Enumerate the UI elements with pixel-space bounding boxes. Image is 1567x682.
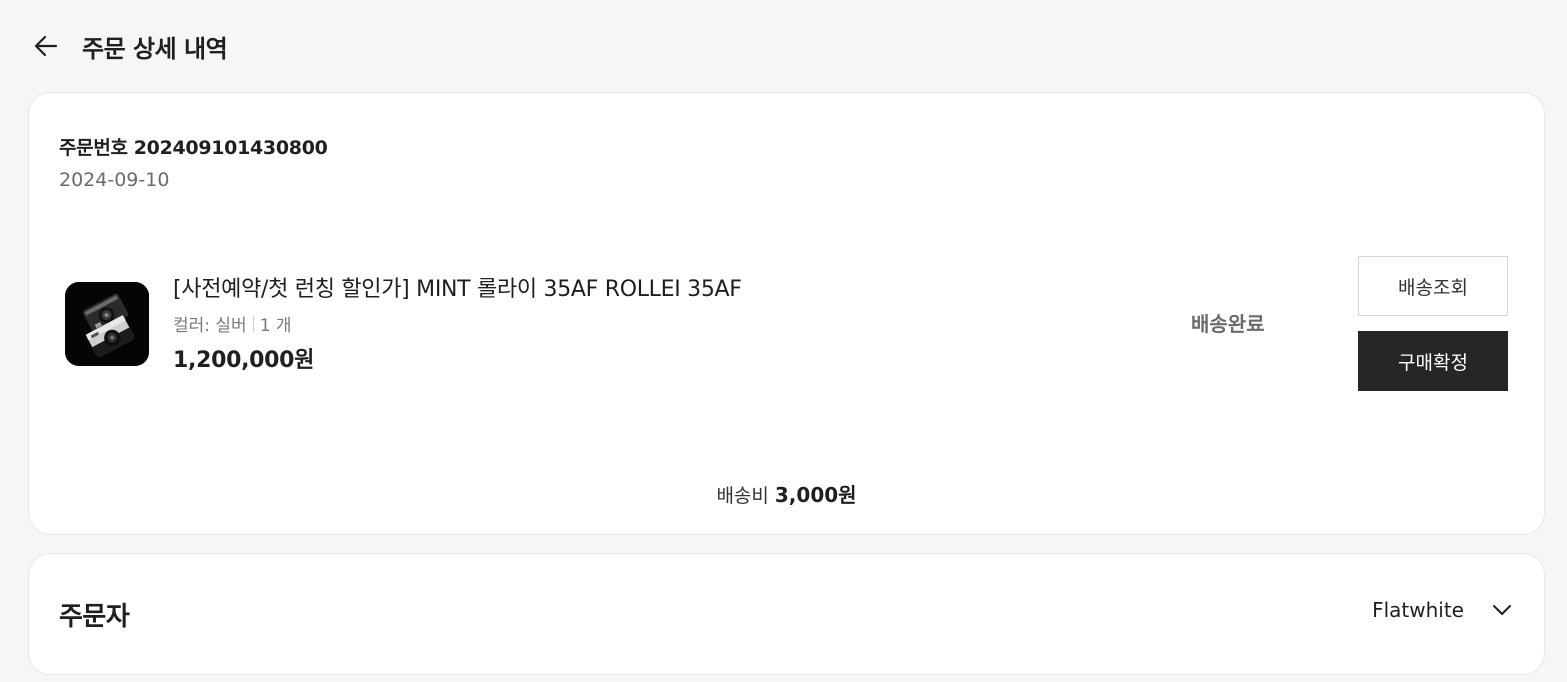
track-delivery-button[interactable]: 배송조회 — [1358, 256, 1508, 316]
confirm-purchase-button[interactable]: 구매확정 — [1358, 331, 1508, 391]
order-card: 주문번호 202409101430800 2024-09-10 [사전예약/첫 … — [28, 92, 1545, 535]
arrow-left-icon — [34, 35, 58, 57]
product-name[interactable]: [사전예약/첫 런칭 할인가] MINT 롤라이 35AF ROLLEI 35A… — [173, 275, 742, 305]
order-date: 2024-09-10 — [59, 169, 170, 191]
product-info: [사전예약/첫 런칭 할인가] MINT 롤라이 35AF ROLLEI 35A… — [173, 275, 742, 374]
option-divider — [252, 315, 254, 332]
shipping-fee-value: 3,000원 — [774, 483, 857, 507]
order-number-value: 202409101430800 — [133, 137, 328, 159]
order-detail-page: 주문 상세 내역 주문번호202409101430800 2024-09-10 — [0, 0, 1567, 682]
orderer-toggle[interactable]: Flatwhite — [1372, 598, 1514, 622]
orderer-card[interactable]: 주문자 Flatwhite — [28, 553, 1545, 675]
camera-product-photo — [65, 282, 149, 366]
product-option: 컬러: 실버 1 개 — [173, 311, 742, 336]
order-number: 주문번호 202409101430800 — [59, 133, 328, 160]
product-price: 1,200,000원 — [173, 348, 315, 373]
product-option-color: 컬러: 실버 — [173, 316, 247, 336]
back-button[interactable] — [30, 30, 62, 62]
orderer-title: 주문자 — [59, 602, 130, 632]
product-image[interactable] — [65, 282, 149, 366]
shipping-fee-label: 배송비 — [716, 485, 769, 507]
delivery-status: 배송완료 — [1191, 312, 1265, 336]
product-quantity: 1 개 — [259, 316, 292, 336]
orderer-name: Flatwhite — [1372, 598, 1464, 622]
page-title: 주문 상세 내역 — [82, 34, 228, 63]
chevron-down-icon — [1490, 598, 1514, 622]
order-number-label: 주문번호 — [59, 137, 128, 159]
shipping-fee: 배송비 3,000원 — [29, 479, 1544, 508]
page-header: 주문 상세 내역 — [30, 26, 228, 66]
